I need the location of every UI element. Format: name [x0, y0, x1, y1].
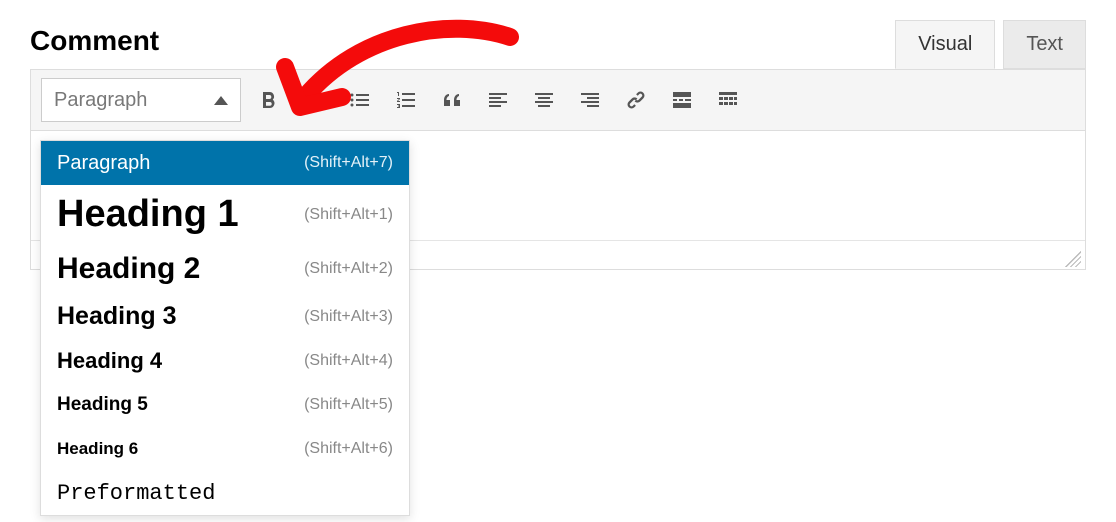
- format-option-label: Paragraph: [57, 152, 150, 175]
- format-option-preformatted[interactable]: Preformatted: [41, 471, 409, 515]
- link-icon: [624, 88, 648, 112]
- format-option-shortcut: (Shift+Alt+5): [304, 396, 393, 414]
- format-option-label: Heading 1: [57, 193, 239, 236]
- format-option-label: Heading 4: [57, 348, 162, 374]
- align-left-icon: [486, 88, 510, 112]
- align-center-button[interactable]: [525, 81, 563, 119]
- resize-handle-icon[interactable]: [1065, 251, 1081, 267]
- tab-visual[interactable]: Visual: [895, 20, 995, 69]
- format-option-label: Heading 5: [57, 394, 148, 416]
- align-left-button[interactable]: [479, 81, 517, 119]
- format-option-heading-6[interactable]: Heading 6 (Shift+Alt+6): [41, 427, 409, 471]
- editor-mode-tabs: Visual Text: [895, 20, 1086, 69]
- editor-toolbar: Paragraph: [31, 70, 1085, 131]
- format-option-shortcut: (Shift+Alt+4): [304, 352, 393, 370]
- bold-icon: [256, 88, 280, 112]
- format-dropdown-toggle[interactable]: Paragraph: [41, 78, 241, 122]
- align-right-button[interactable]: [571, 81, 609, 119]
- format-option-shortcut: (Shift+Alt+3): [304, 308, 393, 326]
- blockquote-icon: [440, 88, 464, 112]
- chevron-up-icon: [214, 96, 228, 105]
- format-option-label: Preformatted: [57, 481, 215, 506]
- bold-button[interactable]: [249, 81, 287, 119]
- format-option-label: Heading 6: [57, 439, 138, 459]
- format-option-shortcut: (Shift+Alt+2): [304, 260, 393, 278]
- format-dropdown-panel: Paragraph (Shift+Alt+7) Heading 1 (Shift+Al…: [40, 140, 410, 516]
- align-right-icon: [578, 88, 602, 112]
- align-center-icon: [532, 88, 556, 112]
- tab-text[interactable]: Text: [1003, 20, 1086, 69]
- toolbar-toggle-button[interactable]: [709, 81, 747, 119]
- bullet-list-button[interactable]: [341, 81, 379, 119]
- format-option-shortcut: (Shift+Alt+6): [304, 440, 393, 458]
- bullet-list-icon: [348, 88, 372, 112]
- format-option-label: Heading 3: [57, 302, 176, 331]
- format-option-shortcut: (Shift+Alt+1): [304, 206, 393, 224]
- numbered-list-button[interactable]: [387, 81, 425, 119]
- read-more-icon: [670, 88, 694, 112]
- format-option-heading-3[interactable]: Heading 3 (Shift+Alt+3): [41, 294, 409, 339]
- format-option-label: Heading 2: [57, 252, 200, 286]
- insert-link-button[interactable]: [617, 81, 655, 119]
- numbered-list-icon: [394, 88, 418, 112]
- format-option-heading-1[interactable]: Heading 1 (Shift+Alt+1): [41, 185, 409, 244]
- format-dropdown-label: Paragraph: [54, 89, 147, 112]
- italic-button[interactable]: [295, 81, 333, 119]
- format-option-paragraph[interactable]: Paragraph (Shift+Alt+7): [41, 141, 409, 185]
- blockquote-button[interactable]: [433, 81, 471, 119]
- format-option-heading-5[interactable]: Heading 5 (Shift+Alt+5): [41, 383, 409, 427]
- format-option-shortcut: (Shift+Alt+7): [304, 154, 393, 172]
- read-more-button[interactable]: [663, 81, 701, 119]
- toolbar-toggle-icon: [716, 88, 740, 112]
- italic-icon: [302, 88, 326, 112]
- format-option-heading-2[interactable]: Heading 2 (Shift+Alt+2): [41, 244, 409, 294]
- page-title: Comment: [30, 25, 159, 69]
- format-option-heading-4[interactable]: Heading 4 (Shift+Alt+4): [41, 339, 409, 383]
